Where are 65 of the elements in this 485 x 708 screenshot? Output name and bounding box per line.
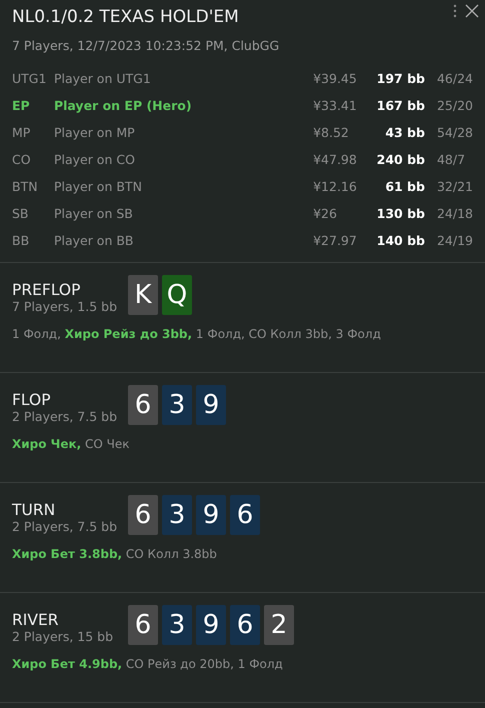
playing-card: 3: [162, 495, 192, 535]
street-name: PREFLOP: [12, 281, 82, 299]
street-info: 2 Players, 7.5 bb: [12, 519, 118, 534]
street-actions: Хиро Чек, CO Чек: [12, 437, 131, 451]
stack-in-bb: 43 bb: [384, 124, 426, 142]
street-actions: 1 Фолд, Хиро Рейз до 3bb, 1 Фолд, CO Колл 3bb, 3 Фолд: [12, 327, 382, 341]
player-position: MP: [12, 124, 32, 142]
street-actions: Хиро Бет 3.8bb, CO Колл 3.8bb: [12, 547, 218, 561]
player-position: BTN: [12, 178, 39, 196]
more-icon[interactable]: [453, 4, 457, 18]
player-stats: 46/24: [436, 70, 473, 88]
player-name: Player on UTG1: [54, 70, 152, 88]
stack-in-bb: 130 bb: [376, 205, 426, 223]
playing-card: 9: [196, 495, 226, 535]
street-info: 2 Players, 7.5 bb: [12, 409, 118, 424]
player-position: BB: [12, 232, 30, 250]
player-stack: ¥26: [313, 205, 338, 223]
playing-card: 3: [162, 605, 192, 645]
player-stack: ¥47.98: [313, 151, 358, 169]
playing-card: 6: [128, 495, 158, 535]
playing-card: 6: [128, 385, 158, 425]
player-stats: 25/20: [436, 97, 473, 115]
street-info: 2 Players, 15 bb: [12, 629, 114, 644]
player-position: SB: [12, 205, 30, 223]
stack-in-bb: 197 bb: [376, 70, 426, 88]
player-stack: ¥12.16: [313, 178, 358, 196]
player-stack: ¥33.41: [313, 97, 358, 115]
player-stack: ¥39.45: [313, 70, 358, 88]
stack-in-bb: 240 bb: [376, 151, 426, 169]
street-actions: Хиро Бет 4.9bb, CO Рейз до 20bb, 1 Фолд: [12, 657, 284, 671]
game-title: NL0.1/0.2 TEXAS HOLD'EM: [12, 6, 239, 28]
playing-card: 3: [162, 385, 192, 425]
playing-card: K: [128, 275, 158, 315]
player-name: Player on EP (Hero): [54, 97, 193, 115]
player-stats: 48/7: [436, 151, 466, 169]
player-name: Player on BTN: [54, 178, 143, 196]
stack-in-bb: 167 bb: [376, 97, 426, 115]
player-stats: 24/19: [436, 232, 473, 250]
stack-in-bb: 140 bb: [376, 232, 426, 250]
playing-card: 9: [196, 385, 226, 425]
street-name: FLOP: [12, 391, 52, 409]
player-name: Player on BB: [54, 232, 135, 250]
playing-card: 6: [230, 495, 260, 535]
player-position: CO: [12, 151, 32, 169]
street-info: 7 Players, 1.5 bb: [12, 299, 118, 314]
player-stack: ¥27.97: [313, 232, 358, 250]
player-name: Player on CO: [54, 151, 136, 169]
playing-card: 6: [230, 605, 260, 645]
player-name: Player on SB: [54, 205, 134, 223]
playing-card: 6: [128, 605, 158, 645]
player-name: Player on MP: [54, 124, 136, 142]
player-position: UTG1: [12, 70, 48, 88]
street-name: RIVER: [12, 611, 60, 629]
player-position: EP: [12, 97, 31, 115]
street-name: TURN: [12, 501, 56, 519]
playing-card: Q: [162, 275, 192, 315]
player-stats: 24/18: [436, 205, 473, 223]
close-icon[interactable]: [465, 4, 479, 18]
game-info: 7 Players, 12/7/2023 10:23:52 PM, ClubGG: [12, 38, 280, 53]
player-stats: 32/21: [436, 178, 473, 196]
playing-card: 9: [196, 605, 226, 645]
player-stats: 54/28: [436, 124, 473, 142]
stack-in-bb: 61 bb: [384, 178, 426, 196]
player-stack: ¥8.52: [313, 124, 350, 142]
playing-card: 2: [264, 605, 294, 645]
